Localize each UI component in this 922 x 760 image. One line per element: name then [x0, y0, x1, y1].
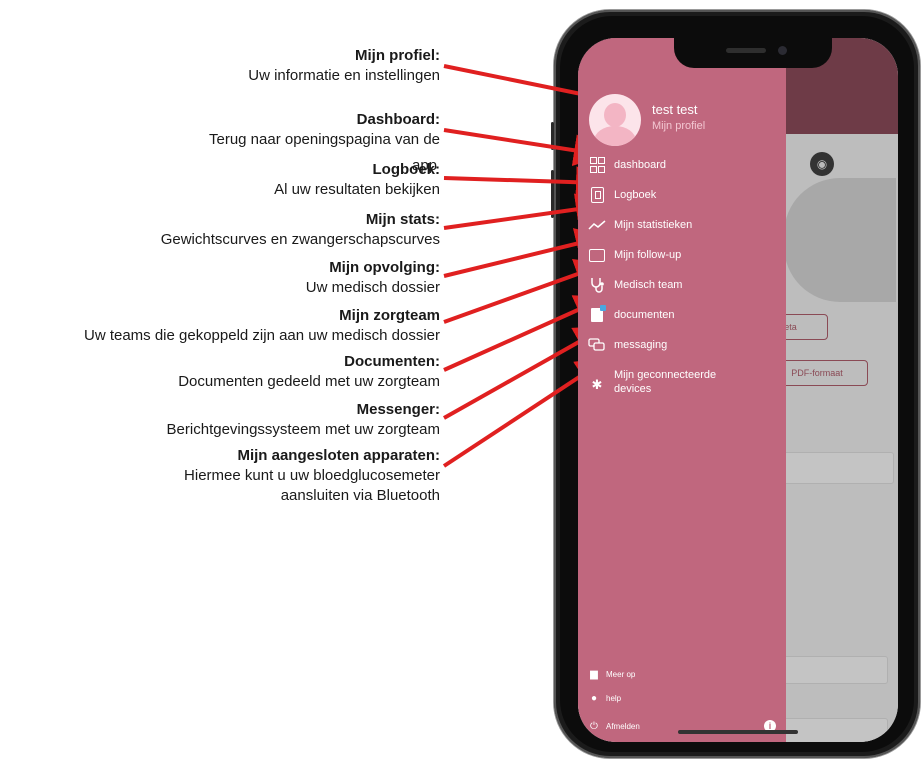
footer-item-label: help — [606, 693, 622, 703]
phone-side-button — [551, 170, 554, 218]
menu-item-label: Medisch team — [614, 279, 683, 291]
profile-name: test test — [652, 102, 698, 117]
annotation-title: Mijn zorgteam — [339, 307, 440, 324]
menu-item-label: documenten — [614, 309, 675, 321]
annotation-title: Mijn opvolging: — [329, 259, 440, 276]
avatar-head — [604, 103, 626, 127]
annotation-title: Mijn profiel: — [355, 47, 440, 64]
book-icon: ▆ — [590, 668, 598, 680]
footer-item-help[interactable]: ● help — [588, 690, 621, 706]
menu-item-medical-team[interactable]: Medisch team — [588, 274, 682, 296]
annotation-desc: Uw teams die gekoppeld zijn aan uw medis… — [83, 327, 440, 344]
annotation-devices: Mijn aangesloten apparaten: Hiermee kunt… — [184, 446, 440, 506]
phone-notch — [674, 38, 832, 68]
annotation-profile: Mijn profiel: Uw informatie en instellin… — [248, 46, 440, 86]
annotation-desc: Terug naar openingspagina van de — [208, 131, 440, 148]
annotation-desc: Documenten gedeeld met uw zorgteam — [178, 373, 440, 390]
logbook-icon — [588, 186, 606, 204]
footer-item-label: Meer op — [606, 669, 636, 679]
front-camera-icon — [778, 46, 787, 55]
power-icon: ⏻ — [590, 720, 598, 732]
annotation-desc: Uw medisch dossier — [305, 279, 440, 296]
menu-item-followup[interactable]: Mijn follow-up — [588, 244, 681, 266]
menu-item-label: Mijn statistieken — [614, 219, 693, 231]
menu-item-label: Mijn geconnecteerde devices — [614, 369, 717, 395]
menu-item-label: messaging — [614, 339, 668, 351]
stethoscope-icon — [588, 276, 606, 294]
annotation-desc: Berichtgevingssysteem met uw zorgteam — [166, 421, 440, 438]
background-avatar — [784, 178, 896, 302]
document-icon — [588, 305, 606, 324]
grid-icon — [588, 156, 606, 174]
avatar-body — [594, 126, 636, 146]
footer-item-more[interactable]: ▆ Meer op — [588, 666, 635, 682]
menu-item-logbook[interactable]: Logboek — [588, 184, 656, 206]
annotation-title: Mijn aangesloten apparaten: — [237, 447, 440, 464]
annotation-title: Dashboard: — [356, 111, 440, 128]
footer-item-logout[interactable]: ⏻ Afmelden — [588, 718, 640, 734]
annotation-followup: Mijn opvolging: Uw medisch dossier — [306, 258, 440, 298]
speaker-icon — [726, 48, 766, 53]
annotation-messenger: Messenger: Berichtgevingssysteem met uw … — [167, 400, 440, 440]
annotation-desc-2: aansluiten via Bluetooth — [280, 487, 440, 504]
annotation-title: Mijn stats: — [365, 211, 440, 228]
annotation-desc: Al uw resultaten bekijken — [274, 181, 440, 198]
chat-icon — [588, 336, 606, 354]
home-indicator — [678, 730, 798, 734]
menu-item-dashboard[interactable]: dashboard — [588, 154, 666, 176]
help-icon: ● — [590, 692, 598, 704]
menu-item-label: dashboard — [614, 159, 666, 171]
annotation-title: Documenten: — [344, 353, 440, 370]
annotation-desc: Gewichtscurves en zwangerschapscurves — [160, 231, 440, 248]
menu-item-messaging[interactable]: messaging — [588, 334, 667, 356]
avatar — [589, 94, 641, 146]
menu-item-label: Logboek — [614, 189, 657, 201]
annotation-desc: Hiermee kunt u uw bloedglucosemeter — [184, 467, 440, 484]
footer-item-label: Afmelden — [606, 721, 640, 731]
annotation-title: Messenger: — [356, 401, 440, 418]
camera-icon: ◉ — [810, 152, 834, 176]
phone-screen: ◉ beta PDF-formaat en test test Mijn pro… — [578, 38, 898, 742]
chart-line-icon — [588, 216, 606, 234]
menu-item-documents[interactable]: documenten — [588, 304, 675, 326]
menu-item-devices[interactable]: ✱ Mijn geconnecteerde devices — [588, 368, 754, 402]
side-menu: test test Mijn profiel dashboard Logboek… — [578, 38, 786, 742]
annotation-documents: Documenten: Documenten gedeeld met uw zo… — [178, 352, 440, 392]
annotation-team: Mijn zorgteam Uw teams die gekoppeld zij… — [84, 306, 440, 346]
menu-item-statistics[interactable]: Mijn statistieken — [588, 214, 692, 236]
bluetooth-icon: ✱ — [591, 377, 603, 392]
annotation-stats: Mijn stats: Gewichtscurves en zwangersch… — [161, 210, 440, 250]
annotation-overlap-text: app — [412, 157, 438, 174]
phone-side-button — [551, 122, 554, 150]
annotation-desc: Uw informatie en instellingen — [248, 67, 440, 84]
phone-frame: ◉ beta PDF-formaat en test test Mijn pro… — [551, 10, 920, 758]
menu-item-label: Mijn follow-up — [614, 249, 682, 261]
profile-subtitle: Mijn profiel — [652, 120, 706, 132]
camera-folder-icon — [588, 246, 606, 264]
annotation-dashboard: Dashboard: Terug naar openingspagina van… — [209, 110, 440, 150]
